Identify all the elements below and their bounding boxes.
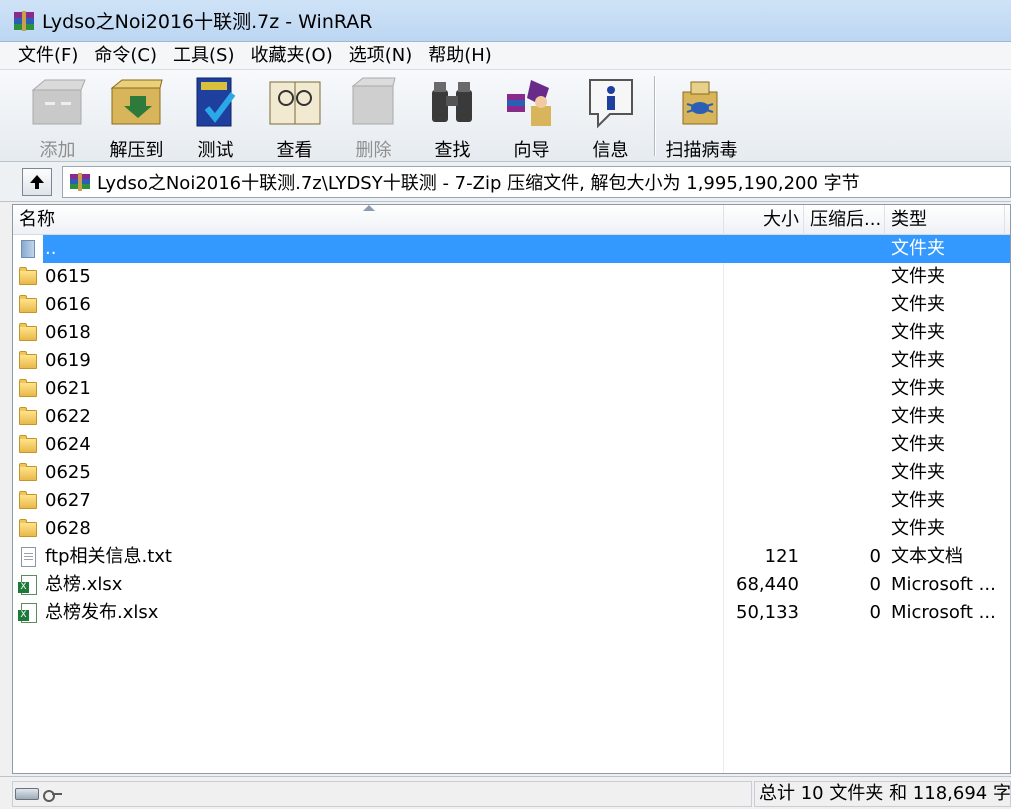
excel-file-icon bbox=[18, 603, 39, 623]
extract-to-button[interactable]: 解压到 bbox=[97, 70, 176, 161]
file-row[interactable]: 0627 文件夹 bbox=[13, 487, 1010, 515]
info-icon bbox=[580, 76, 642, 130]
delete-button[interactable]: 删除 bbox=[334, 70, 413, 161]
folder-icon bbox=[19, 463, 39, 483]
file-row[interactable]: 总榜发布.xlsx 50,133 0 Microsoft ... bbox=[13, 599, 1010, 627]
folder-icon bbox=[19, 407, 39, 427]
file-row[interactable]: ftp相关信息.txt 121 0 文本文档 bbox=[13, 543, 1010, 571]
file-row[interactable]: 0622 文件夹 bbox=[13, 403, 1010, 431]
excel-file-icon bbox=[18, 575, 39, 595]
archive-icon bbox=[70, 172, 90, 191]
status-bar: 总计 10 文件夹 和 118,694 字节 bbox=[0, 776, 1011, 809]
path-text: Lydso之Noi2016十联测.7z\LYDSY十联测 - 7-Zip 压缩文… bbox=[97, 172, 860, 194]
add-icon bbox=[27, 76, 89, 130]
delete-icon bbox=[343, 76, 405, 130]
menu-favorites[interactable]: 收藏夹(O) bbox=[243, 42, 341, 70]
up-folder-button[interactable] bbox=[22, 167, 52, 196]
file-row[interactable]: 0618 文件夹 bbox=[13, 319, 1010, 347]
view-icon bbox=[264, 76, 326, 130]
key-icon bbox=[43, 789, 63, 802]
menu-options[interactable]: 选项(N) bbox=[341, 42, 421, 70]
file-row[interactable]: 0625 文件夹 bbox=[13, 459, 1010, 487]
menu-tools[interactable]: 工具(S) bbox=[165, 42, 242, 70]
column-packed[interactable]: 压缩后... bbox=[804, 205, 885, 235]
folder-up-icon bbox=[19, 239, 39, 259]
file-row[interactable]: 0628 文件夹 bbox=[13, 515, 1010, 543]
file-row[interactable]: 0619 文件夹 bbox=[13, 347, 1010, 375]
file-row[interactable]: 0621 文件夹 bbox=[13, 375, 1010, 403]
folder-icon bbox=[19, 491, 39, 511]
address-bar: Lydso之Noi2016十联测.7z\LYDSY十联测 - 7-Zip 压缩文… bbox=[0, 162, 1011, 202]
find-button[interactable]: 查找 bbox=[413, 70, 492, 161]
toolbar: 添加 解压到 测试 查看 删除 查找 向导 信息 扫描病毒 bbox=[0, 70, 1011, 162]
file-list: 名称 大小 压缩后... 类型 .. 文件夹 0615 文件夹 0616 文件夹 bbox=[12, 204, 1011, 774]
column-type[interactable]: 类型 bbox=[885, 205, 1005, 235]
extract-icon bbox=[106, 76, 168, 130]
file-row[interactable]: 0616 文件夹 bbox=[13, 291, 1010, 319]
file-row[interactable]: .. 文件夹 bbox=[13, 235, 1010, 263]
menu-help[interactable]: 帮助(H) bbox=[420, 42, 500, 70]
folder-icon bbox=[19, 379, 39, 399]
status-summary: 总计 10 文件夹 和 118,694 字节 bbox=[754, 781, 1011, 807]
folder-icon bbox=[19, 351, 39, 371]
column-size[interactable]: 大小 bbox=[724, 205, 804, 235]
virus-scan-icon bbox=[671, 76, 733, 130]
file-row[interactable]: 0624 文件夹 bbox=[13, 431, 1010, 459]
drive-icon bbox=[15, 788, 39, 800]
file-row[interactable]: 总榜.xlsx 68,440 0 Microsoft ... bbox=[13, 571, 1010, 599]
binoculars-icon bbox=[422, 76, 484, 130]
folder-icon bbox=[19, 267, 39, 287]
folder-icon bbox=[19, 295, 39, 315]
folder-icon bbox=[19, 323, 39, 343]
add-button[interactable]: 添加 bbox=[18, 70, 97, 161]
column-header: 名称 大小 压缩后... 类型 bbox=[13, 205, 1010, 235]
path-field[interactable]: Lydso之Noi2016十联测.7z\LYDSY十联测 - 7-Zip 压缩文… bbox=[62, 165, 1011, 198]
virus-scan-button[interactable]: 扫描病毒 bbox=[662, 70, 741, 161]
up-arrow-icon bbox=[30, 174, 44, 189]
test-button[interactable]: 测试 bbox=[176, 70, 255, 161]
info-button[interactable]: 信息 bbox=[571, 70, 650, 161]
text-file-icon bbox=[19, 547, 39, 567]
test-icon bbox=[185, 76, 247, 130]
file-row[interactable]: 0615 文件夹 bbox=[13, 263, 1010, 291]
menu-file[interactable]: 文件(F) bbox=[10, 42, 86, 70]
folder-icon bbox=[19, 435, 39, 455]
title-bar: Lydso之Noi2016十联测.7z - WinRAR bbox=[0, 0, 1011, 42]
wizard-icon bbox=[501, 76, 563, 130]
toolbar-separator bbox=[654, 76, 656, 156]
menu-commands[interactable]: 命令(C) bbox=[86, 42, 165, 70]
sort-ascending-icon bbox=[363, 205, 375, 211]
winrar-icon bbox=[12, 10, 36, 32]
window-title: Lydso之Noi2016十联测.7z - WinRAR bbox=[42, 11, 373, 33]
file-rows: .. 文件夹 0615 文件夹 0616 文件夹 0618 文件夹 0619 文… bbox=[13, 235, 1010, 627]
folder-icon bbox=[19, 519, 39, 539]
wizard-button[interactable]: 向导 bbox=[492, 70, 571, 161]
view-button[interactable]: 查看 bbox=[255, 70, 334, 161]
menu-bar: 文件(F) 命令(C) 工具(S) 收藏夹(O) 选项(N) 帮助(H) bbox=[0, 42, 1011, 70]
status-left-pane bbox=[12, 781, 752, 807]
